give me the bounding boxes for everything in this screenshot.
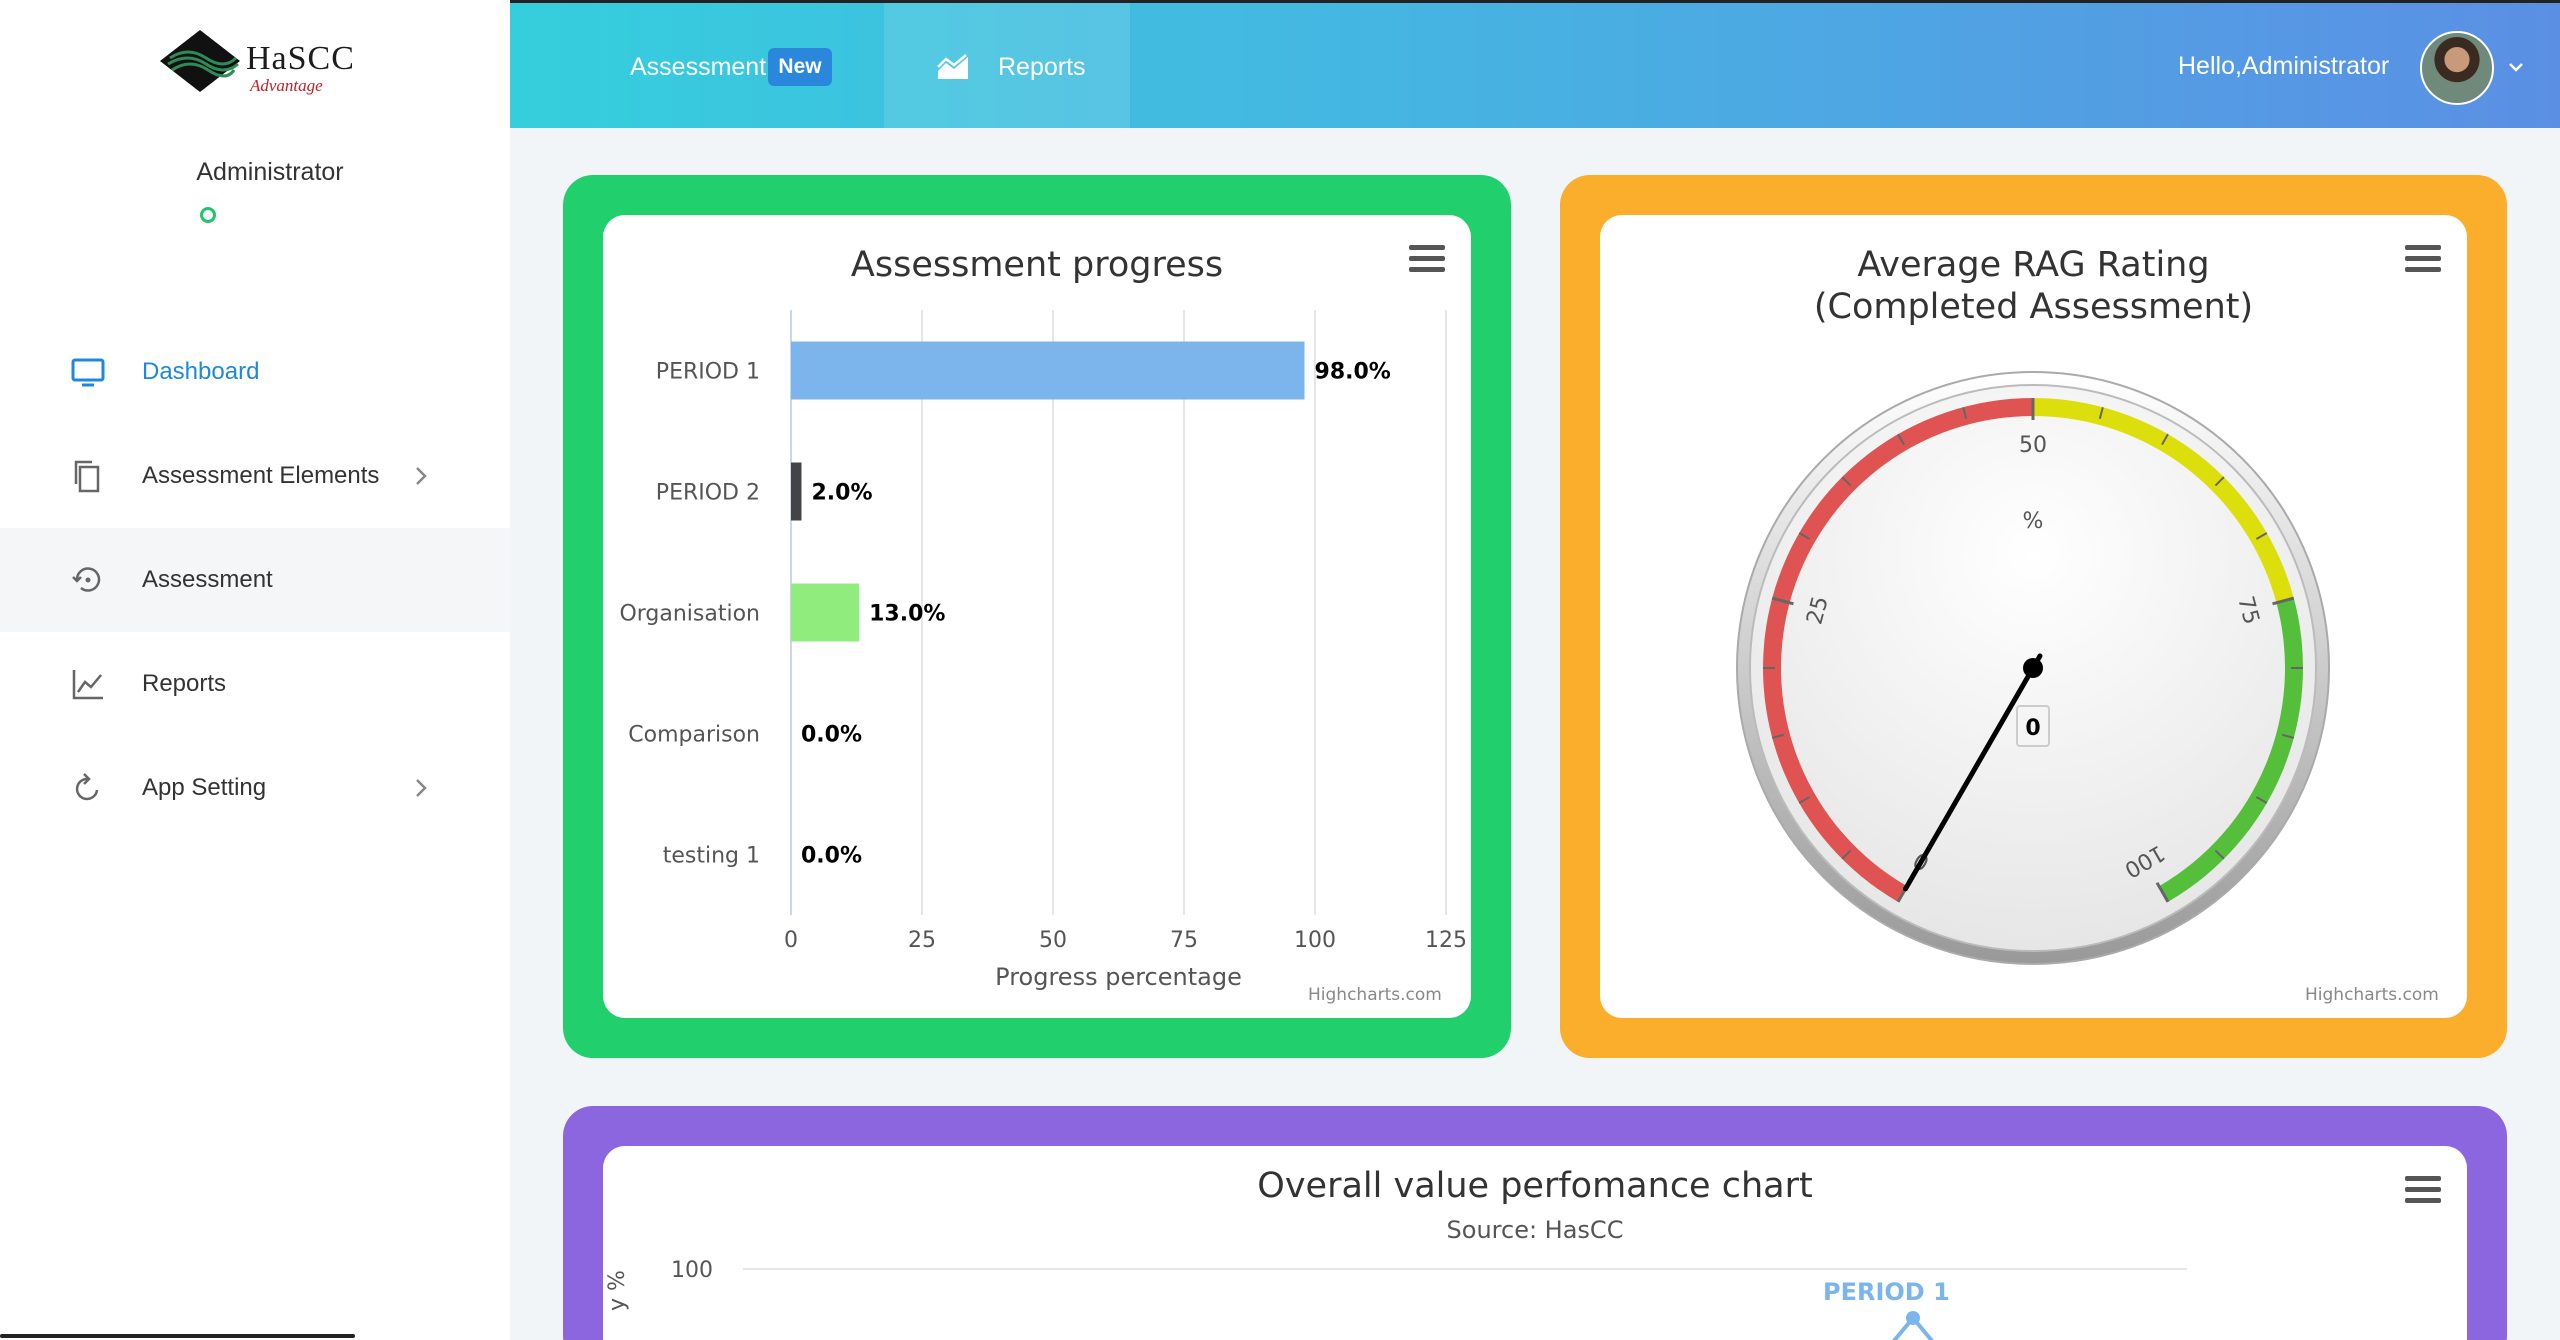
new-badge: New [768,48,832,86]
sidebar-item-assessment-elements[interactable]: Assessment Elements [0,424,510,528]
brand-tagline: Advantage [250,76,323,95]
gridline [743,1268,2187,1270]
category-label: PERIOD 1 [656,360,760,385]
chart-subtitle: Source: HasCC [1446,1216,1624,1244]
assessment-progress-chart-container: Assessment progress 0 25 50 75 100 125 Progres… [603,215,1471,1018]
sidebar-item-label: App Setting [142,774,267,801]
data-label: 2.0% [811,481,872,506]
sidebar-user-name: Administrator [196,158,344,186]
point-label: PERIOD 1 [1823,1278,1950,1306]
gauge-chart: 0255075100%0 [1736,371,2330,965]
x-tick-label: 50 [1039,928,1067,953]
sidebar: HaSCC Advantage Administrator Dashboard … [0,0,510,1340]
bar-chart: 0 25 50 75 100 125 Progress percentage PERIOD 1… [619,310,1467,991]
data-label: 0.0% [801,723,862,748]
y-tick-label: 100 [671,1258,713,1283]
x-tick-label: 125 [1425,928,1467,953]
rag-rating-card: Average RAG Rating (Completed Assessment… [1560,175,2507,1058]
chart-menu-icon[interactable] [2405,1176,2441,1204]
history-icon [72,567,101,592]
avatar[interactable] [2420,31,2494,105]
refresh-icon [75,773,99,801]
data-label: 13.0% [869,602,945,627]
sidebar-scrollbar[interactable] [0,1334,355,1338]
sidebar-item-assessment[interactable]: Assessment [0,528,510,632]
sidebar-item-label: Reports [142,670,227,697]
brand-name: HaSCC [246,40,355,77]
performance-chart-container: Overall value perfomance chart Source: H… [603,1146,2467,1340]
data-label: 98.0% [1315,360,1391,385]
category-label: testing 1 [663,844,760,869]
sidebar-item-label: Assessment [142,566,273,593]
sidebar-item-label: Dashboard [142,358,260,385]
area-chart-icon [937,54,968,79]
x-tick-label: 25 [908,928,936,953]
logo-icon [160,30,240,92]
chevron-right-icon [416,467,427,485]
chart-credits[interactable]: Highcharts.com [2305,985,2439,1005]
chart-title: Overall value perfomance chart [1257,1166,1813,1206]
tab-label: Reports [998,53,1086,81]
gauge-unit-label: % [2023,509,2044,534]
line-chart-icon [72,670,103,700]
top-navbar: Assessment New Reports Hello,Administrat… [510,0,2560,128]
user-greeting: Hello,Administrator [2178,52,2390,80]
performance-card: Overall value perfomance chart Source: H… [563,1106,2507,1340]
brand-logo[interactable]: HaSCC Advantage [158,28,358,98]
sidebar-item-reports[interactable]: Reports [0,632,510,736]
online-status-indicator [200,207,216,223]
sidebar-item-app-setting[interactable]: App Setting [0,736,510,840]
line-series [1892,1311,1934,1340]
x-tick-label: 0 [784,928,798,953]
x-axis-title: Progress percentage [995,963,1242,991]
y-axis-title: y % [605,1270,630,1311]
monitor-icon [71,358,105,387]
chart-credits[interactable]: Highcharts.com [1308,985,1442,1005]
gauge-tick-label: 50 [2019,433,2047,458]
bar[interactable] [791,583,860,642]
assessment-progress-card: Assessment progress 0 25 50 75 100 125 Progres… [563,175,1511,1058]
rag-rating-chart-container: Average RAG Rating (Completed Assessment… [1600,215,2467,1018]
tab-assessment[interactable]: Assessment New [510,3,884,128]
copy-icon [74,460,100,493]
sidebar-item-label: Assessment Elements [142,462,380,489]
category-label: Comparison [628,723,760,748]
gauge-value-label: 0 [2025,716,2040,741]
x-tick-label: 100 [1294,928,1336,953]
gauge-pivot [2023,658,2043,678]
tab-label: Assessment [630,53,767,81]
sidebar-item-dashboard[interactable]: Dashboard [0,320,510,424]
category-label: PERIOD 2 [656,481,760,506]
chevron-down-icon[interactable] [2507,58,2525,76]
x-tick-label: 75 [1170,928,1198,953]
chevron-right-icon [416,779,427,797]
data-label: 0.0% [801,844,862,869]
tab-reports[interactable]: Reports [884,3,1130,128]
bar[interactable] [791,341,1305,400]
category-label: Organisation [619,602,760,627]
bar[interactable] [791,462,802,521]
